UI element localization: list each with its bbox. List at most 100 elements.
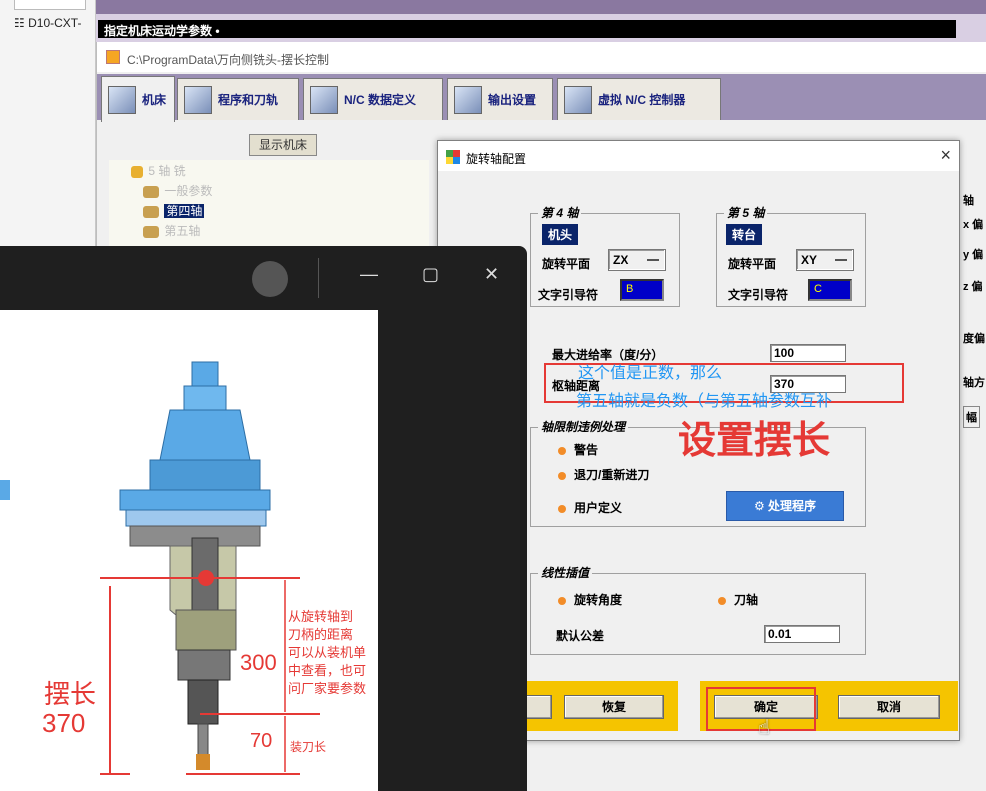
window-title: C:\ProgramData\万向侧铣头-摆长控制: [127, 53, 330, 67]
viewer-separator: [318, 258, 319, 298]
dialog-titlebar: 旋转轴配置: [438, 141, 959, 171]
axis4-plane-select[interactable]: ZX: [608, 249, 666, 271]
program-icon: [184, 85, 212, 114]
radio-label: 警告: [574, 443, 599, 457]
rp-label: 度偏: [963, 333, 985, 345]
radio-icon: [718, 596, 726, 605]
max-feed-input[interactable]: 100: [770, 344, 846, 362]
restore-button[interactable]: 恢复: [564, 695, 664, 719]
show-machine-button[interactable]: 显示机床: [249, 134, 317, 156]
avatar[interactable]: [252, 261, 288, 297]
machine-icon: [108, 85, 136, 114]
top-color-strip: [96, 0, 986, 14]
handler-button[interactable]: ⚙ 处理程序: [726, 491, 844, 521]
radio-label: 刀轴: [734, 593, 759, 607]
machine-tree: 5 轴 铣 一般参数 第四轴 第五轴: [109, 160, 429, 250]
cancel-button[interactable]: 取消: [838, 695, 940, 719]
minimize-icon[interactable]: —: [360, 264, 378, 285]
radio-label: 退刀/重新进刀: [574, 468, 650, 482]
radio-user-defined[interactable]: 用户定义: [558, 499, 622, 516]
file-item[interactable]: ☷ D10-CXT-: [14, 16, 81, 30]
tab-machine[interactable]: 机床: [101, 76, 175, 122]
close-icon[interactable]: ×: [940, 145, 951, 166]
spindle-head-image: 摆长 370 300 70 装刀长 从旋转轴到 刀柄的距离 可以从装机单 中查看…: [0, 310, 378, 791]
axis5-plane-select[interactable]: XY: [796, 249, 854, 271]
tab-nc-data[interactable]: N/C 数据定义: [303, 78, 443, 120]
dialog-icon: [446, 150, 460, 164]
axis5-word-input[interactable]: C: [808, 279, 852, 301]
viewer-titlebar: — ▢ ✕: [0, 246, 527, 310]
rp-label: 轴方: [963, 377, 985, 389]
gear-icon: [143, 205, 159, 218]
gear-icon: [143, 225, 159, 238]
axis4-word-input[interactable]: B: [620, 279, 664, 301]
swing-length-value: 370: [42, 708, 86, 738]
tolerance-label: 默认公差: [556, 629, 605, 643]
tab-label: 机床: [142, 93, 167, 107]
tree-label: 第四轴: [164, 204, 205, 218]
interp-group-label: 线性插值: [538, 564, 593, 581]
tree-label: 第五轴: [164, 224, 201, 238]
app-icon: [106, 50, 120, 64]
desc-line-3: 可以从装机单: [288, 645, 367, 660]
tree-item-axis4[interactable]: 第四轴: [143, 202, 205, 219]
handler-label: 处理程序: [768, 499, 817, 513]
maximize-icon[interactable]: ▢: [422, 264, 439, 285]
tree-label: 一般参数: [164, 184, 213, 198]
axis4-word-label: 文字引导符: [538, 288, 599, 302]
note-line-2: 第五轴就是负数（与第五轴参数互补: [576, 393, 833, 410]
gear-icon: [143, 185, 159, 198]
tree-root[interactable]: 5 轴 铣: [131, 162, 186, 179]
distance-value: 300: [240, 650, 277, 675]
limit-group-label: 轴限制违例处理: [538, 418, 629, 435]
radio-label: 旋转角度: [574, 593, 623, 607]
tab-label: N/C 数据定义: [344, 93, 417, 107]
axis4-group-label: 第 4 轴: [538, 204, 582, 221]
axis5-plane-label: 旋转平面: [728, 257, 777, 271]
rp-button[interactable]: 幅: [963, 406, 980, 428]
axis4-plane-value: ZX: [613, 253, 629, 267]
file-label: D10-CXT-: [28, 16, 82, 30]
controller-icon: [564, 85, 592, 114]
tab-bar: 机床 程序和刀轨 N/C 数据定义 输出设置 虚拟 N/C 控制器: [97, 74, 986, 122]
dialog-title: 旋转轴配置: [466, 152, 527, 166]
radio-rotation-angle[interactable]: 旋转角度: [558, 591, 622, 608]
tolerance-input[interactable]: 0.01: [764, 625, 840, 643]
tree-item-axis5[interactable]: 第五轴: [143, 222, 200, 239]
tab-virtual-nc[interactable]: 虚拟 N/C 控制器: [557, 78, 721, 120]
axis5-plane-value: XY: [801, 253, 818, 267]
axis5-word-label: 文字引导符: [728, 288, 789, 302]
desc-line-2: 刀柄的距离: [288, 627, 354, 642]
radio-retract[interactable]: 退刀/重新进刀: [558, 466, 649, 483]
close-icon[interactable]: ✕: [484, 264, 499, 285]
axis5-group-label: 第 5 轴: [724, 204, 768, 221]
radio-warning[interactable]: 警告: [558, 441, 598, 458]
dropdown-icon: [647, 259, 659, 261]
left-top-item[interactable]: [14, 0, 86, 10]
tree-root-label: 5 轴 铣: [148, 164, 186, 178]
nc-data-icon: [310, 85, 338, 114]
radio-icon: [558, 471, 566, 480]
rp-label: 轴: [963, 195, 974, 207]
desc-line-1: 从旋转轴到: [288, 609, 354, 624]
tab-label: 输出设置: [488, 93, 537, 107]
printer-icon: [454, 85, 482, 114]
tab-label: 虚拟 N/C 控制器: [598, 93, 686, 107]
tool-length-label: 装刀长: [290, 740, 327, 754]
axis5-tag: 转台: [726, 224, 763, 245]
folder-icon: [131, 165, 143, 178]
prompt-text: 指定机床运动学参数 •: [98, 20, 956, 38]
rp-label: x 偏: [963, 219, 984, 231]
radio-tool-axis[interactable]: 刀轴: [718, 591, 758, 608]
big-note: 设置摆长: [678, 420, 831, 462]
swing-length-label: 摆长: [44, 679, 97, 709]
note-line-1: 这个值是正数，那么: [578, 365, 723, 382]
tab-program[interactable]: 程序和刀轨: [177, 78, 299, 120]
tab-output[interactable]: 输出设置: [447, 78, 553, 120]
tab-label: 程序和刀轨: [218, 93, 279, 107]
tool-length-value: 70: [250, 730, 273, 752]
radio-icon: [558, 596, 566, 605]
axis4-plane-label: 旋转平面: [542, 257, 591, 271]
tree-item-general[interactable]: 一般参数: [143, 182, 212, 199]
desc-line-4: 中查看，也可: [288, 663, 367, 678]
